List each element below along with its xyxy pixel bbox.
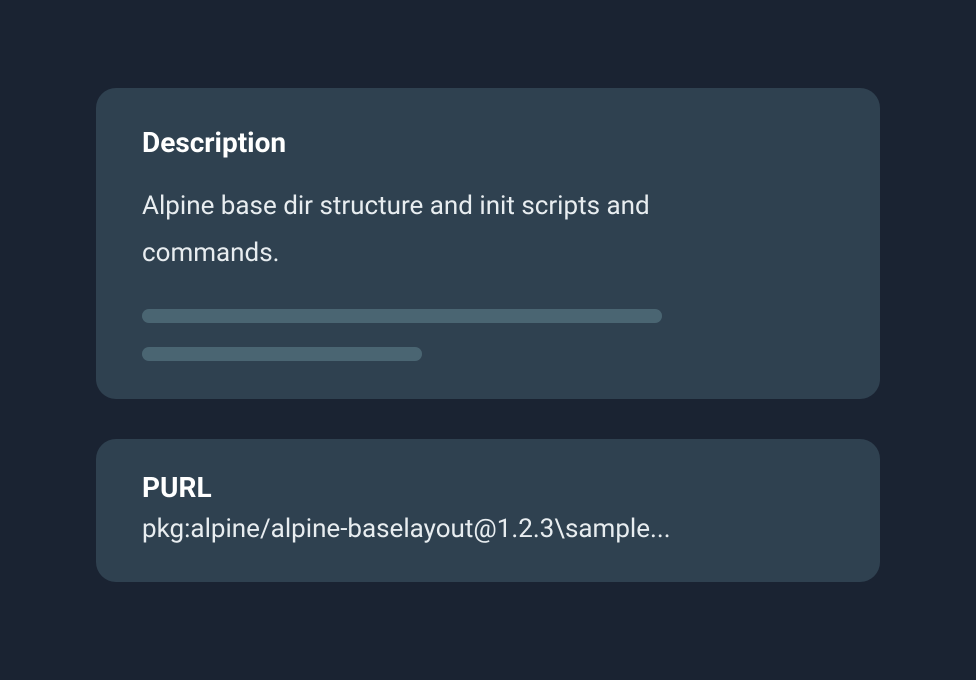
- description-title: Description: [142, 126, 834, 159]
- skeleton-line: [142, 309, 662, 323]
- description-card: Description Alpine base dir structure an…: [96, 88, 880, 399]
- skeleton-line: [142, 347, 422, 361]
- description-text: Alpine base dir structure and init scrip…: [142, 183, 662, 277]
- skeleton-loader: [142, 309, 834, 361]
- purl-value: pkg:alpine/alpine-baselayout@1.2.3\sampl…: [142, 514, 834, 544]
- purl-title: PURL: [142, 471, 834, 504]
- purl-card: PURL pkg:alpine/alpine-baselayout@1.2.3\…: [96, 439, 880, 582]
